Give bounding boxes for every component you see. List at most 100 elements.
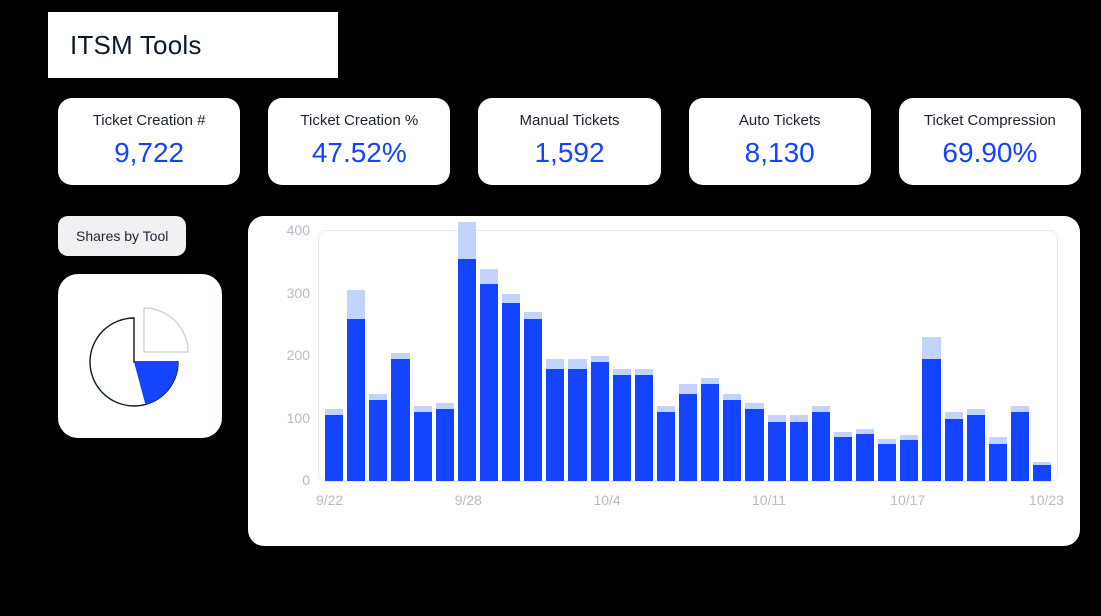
chart-x-tick: 9/22 (316, 492, 343, 508)
chart-y-tick: 100 (287, 410, 310, 426)
chart-bar-primary (613, 375, 631, 481)
chart-bar-primary (967, 415, 985, 481)
chart-bar-primary (369, 400, 387, 481)
chart-y-tick: 400 (287, 222, 310, 238)
chart-bar-primary (989, 444, 1007, 482)
chart-bar-primary (458, 259, 476, 481)
chart-y-tick: 200 (287, 347, 310, 363)
chart-bar-primary (480, 284, 498, 481)
chart-bar (347, 290, 365, 481)
page-title-text: ITSM Tools (70, 30, 202, 61)
chart-bar-primary (635, 375, 653, 481)
kpi-value: 69.90% (942, 137, 1037, 169)
chart-bar (414, 406, 432, 481)
kpi-row: Ticket Creation # 9,722 Ticket Creation … (58, 98, 1081, 185)
kpi-label: Ticket Compression (924, 112, 1056, 129)
kpi-label: Auto Tickets (739, 112, 821, 129)
chart-bar-primary (1033, 465, 1051, 481)
chart-x-tick: 10/23 (1029, 492, 1064, 508)
chart-bar-secondary (480, 269, 498, 285)
chart-bar (391, 353, 409, 481)
chart-bar-primary (436, 409, 454, 481)
chart-bar (369, 394, 387, 482)
shares-by-tool-text: Shares by Tool (76, 228, 168, 244)
chart-x-tick: 10/4 (593, 492, 620, 508)
chart-x-axis: 9/229/2810/410/1110/1710/23 (318, 492, 1058, 512)
kpi-ticket-compression: Ticket Compression 69.90% (899, 98, 1081, 185)
chart-bar (502, 294, 520, 482)
chart-bar (1011, 406, 1029, 481)
chart-bar-secondary (347, 290, 365, 318)
chart-bar (657, 406, 675, 481)
kpi-label: Ticket Creation % (300, 112, 418, 129)
chart-bar-primary (524, 319, 542, 482)
chart-bar-primary (878, 444, 896, 482)
chart-bar (989, 437, 1007, 481)
chart-bar-primary (1011, 412, 1029, 481)
chart-bar-secondary (922, 337, 940, 359)
chart-bar (458, 222, 476, 481)
chart-plot-area (318, 230, 1058, 482)
kpi-value: 9,722 (114, 137, 184, 169)
chart-bar (613, 369, 631, 482)
chart-bar (546, 359, 564, 481)
chart-bar-secondary (679, 384, 697, 393)
kpi-label: Manual Tickets (519, 112, 619, 129)
chart-bar-primary (391, 359, 409, 481)
kpi-value: 1,592 (534, 137, 604, 169)
kpi-manual-tickets: Manual Tickets 1,592 (478, 98, 660, 185)
chart-bar-primary (591, 362, 609, 481)
chart-bar-primary (546, 369, 564, 482)
chart-bar-primary (657, 412, 675, 481)
chart-bar (679, 384, 697, 481)
chart-bar (768, 415, 786, 481)
chart-bar (591, 356, 609, 481)
kpi-value: 47.52% (312, 137, 407, 169)
chart-bar-primary (325, 415, 343, 481)
kpi-label: Ticket Creation # (93, 112, 206, 129)
chart-bar (1033, 462, 1051, 481)
chart-bar-primary (701, 384, 719, 481)
chart-y-tick: 0 (302, 472, 310, 488)
chart-bar (745, 403, 763, 481)
chart-bar-secondary (568, 359, 586, 368)
chart-bar (878, 439, 896, 482)
chart-bar (701, 378, 719, 481)
chart-bar-primary (502, 303, 520, 481)
pie-chart-card (58, 274, 222, 438)
chart-bar-primary (679, 394, 697, 482)
kpi-value: 8,130 (745, 137, 815, 169)
chart-bar-primary (812, 412, 830, 481)
chart-bar-primary (856, 434, 874, 481)
chart-bar-primary (347, 319, 365, 482)
chart-bar-secondary (546, 359, 564, 368)
chart-y-axis: 0100200300400 (270, 230, 310, 480)
chart-bar (480, 269, 498, 482)
chart-bars (319, 231, 1057, 481)
chart-bar-primary (922, 359, 940, 481)
chart-bar-primary (568, 369, 586, 482)
chart-bar (436, 403, 454, 481)
chart-bar (900, 435, 918, 481)
chart-bar (945, 412, 963, 481)
chart-bar (834, 432, 852, 481)
chart-x-tick: 10/11 (752, 492, 786, 508)
pie-chart-icon (78, 294, 202, 418)
chart-x-tick: 10/17 (890, 492, 925, 508)
chart-bar-secondary (458, 222, 476, 260)
chart-bar-primary (834, 437, 852, 481)
shares-by-tool-panel: Shares by Tool (58, 216, 244, 438)
chart-bar (790, 415, 808, 481)
chart-bar (812, 406, 830, 481)
chart-bar-primary (723, 400, 741, 481)
chart-bar (524, 312, 542, 481)
page-title: ITSM Tools (48, 12, 338, 78)
shares-by-date-card: Shares by Date 0100200300400 9/229/2810/… (248, 216, 1080, 546)
chart-bar-secondary (502, 294, 520, 303)
chart-bar-primary (745, 409, 763, 481)
chart-bar (922, 337, 940, 481)
chart-bar (635, 369, 653, 482)
chart-bar (967, 409, 985, 481)
kpi-ticket-creation-count: Ticket Creation # 9,722 (58, 98, 240, 185)
chart-bar-primary (900, 440, 918, 481)
